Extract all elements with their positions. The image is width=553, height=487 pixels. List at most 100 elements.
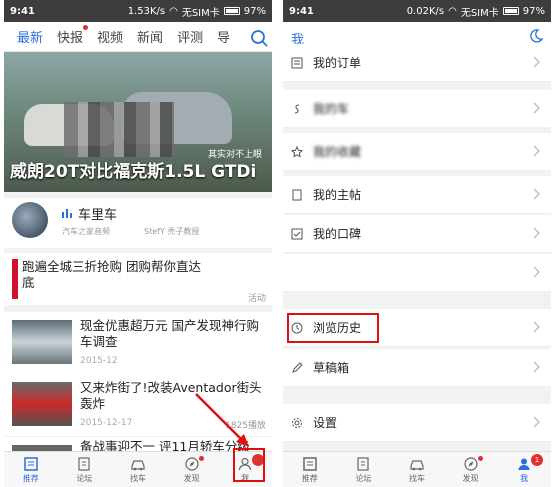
news-date: 2015-12-17 (80, 418, 133, 428)
sim-label: 无SIM卡 (181, 7, 220, 19)
menu-item-posts[interactable]: 我的主帖 (283, 176, 551, 214)
category-tabs: 最新 快报 视频 新闻 评测 导 (4, 22, 272, 52)
screenshot-composite: 9:41 1.53K/s ◠ 无SIM卡 97% 最新 快报 视频 新闻 评测 … (0, 0, 553, 487)
menu-label: 设置 (313, 416, 338, 430)
chevron-right-icon (533, 56, 540, 68)
chevron-right-icon (533, 188, 540, 200)
nav-label: 论坛 (355, 473, 372, 483)
notification-dot (199, 456, 205, 461)
gear-icon (292, 417, 302, 428)
menu-item-blurred[interactable]: 我的车 (283, 90, 551, 128)
chevron-right-icon (533, 145, 540, 157)
nav-label: 推荐 (301, 473, 318, 483)
home-screen: 9:41 1.53K/s ◠ 无SIM卡 97% 最新 快报 视频 新闻 评测 … (4, 0, 272, 487)
nav-label: 论坛 (76, 473, 93, 483)
nav-me[interactable]: 我 1 (497, 452, 551, 487)
audio-author: StefY 秃子教授 (144, 227, 200, 236)
search-icon[interactable] (250, 29, 268, 47)
user-icon (518, 458, 530, 470)
menu-item-empty[interactable] (283, 254, 551, 292)
wifi-icon: ◠ (169, 5, 178, 17)
tab-video[interactable]: 视频 (90, 27, 130, 46)
order-icon (291, 57, 303, 68)
menu-item-drafts[interactable]: 草稿箱 (283, 349, 551, 387)
thumbnail (12, 259, 18, 299)
audio-bars-icon (62, 209, 72, 218)
notification-badge: 1 (530, 454, 543, 466)
forum-icon (357, 456, 369, 471)
battery-level: 97% (522, 5, 545, 17)
news-title: 现金优惠超万元 国产发现神行购车调查 (80, 318, 259, 349)
tab-guide[interactable]: 导 (210, 27, 237, 46)
status-time: 9:41 (289, 5, 314, 17)
car-icon (131, 459, 145, 470)
status-time: 9:41 (10, 5, 35, 17)
menu-item-orders[interactable]: 我的订单 (283, 44, 551, 82)
nav-discover[interactable]: 发现 (444, 452, 498, 487)
news-date: 2015-12 (80, 356, 118, 366)
sim-label: 无SIM卡 (460, 7, 499, 19)
highlight-box (287, 313, 379, 343)
nav-label: 推荐 (22, 473, 39, 483)
bottom-nav: 推荐 论坛 找车 发现 我 1 (283, 451, 551, 487)
list-item[interactable]: 跑遍全城三折抢购 团购帮你直达底 活动 (4, 253, 272, 305)
menu-item-blurred[interactable]: 我的收藏 (283, 133, 551, 171)
chevron-right-icon (533, 321, 540, 333)
nav-discover[interactable]: 发现 (165, 452, 219, 487)
chevron-right-icon (533, 416, 540, 428)
car-icon (410, 459, 424, 470)
arrow-annotation-icon (195, 393, 249, 447)
nav-recommend[interactable]: 推荐 (283, 452, 337, 487)
wifi-icon: ◠ (448, 5, 457, 17)
nav-label: 发现 (462, 473, 479, 483)
nav-forum[interactable]: 论坛 (58, 452, 112, 487)
avatar (12, 202, 48, 238)
news-title: 跑遍全城三折抢购 团购帮你直达底 (22, 259, 201, 290)
menu-label: 我的收藏 (313, 145, 362, 159)
hero-banner[interactable]: 其实对不上眼 威朗20T对比福克斯1.5L GTDi (4, 52, 272, 192)
night-mode-icon[interactable] (529, 29, 543, 43)
hero-title: 威朗20T对比福克斯1.5L GTDi (10, 162, 257, 182)
tab-flash-label: 快报 (57, 31, 84, 46)
highlight-box (233, 448, 265, 482)
tab-flash[interactable]: 快报 (50, 25, 90, 46)
nav-label: 发现 (183, 473, 200, 483)
menu-label: 我的主帖 (313, 188, 362, 202)
audio-title: 车里车 (78, 208, 118, 223)
mosaic-overlay (64, 102, 174, 157)
notification-dot (478, 456, 484, 461)
menu-label: 我的口碑 (313, 227, 362, 241)
nav-find-car[interactable]: 找车 (111, 452, 165, 487)
news-tag: 活动 (247, 294, 266, 304)
net-speed: 0.02K/s (406, 5, 445, 17)
forum-icon (78, 456, 90, 471)
home-icon (303, 456, 317, 471)
nav-recommend[interactable]: 推荐 (4, 452, 58, 487)
bottom-nav: 推荐 论坛 找车 发现 我 (4, 451, 272, 487)
nav-label: 找车 (408, 473, 425, 483)
menu-label: 我的车 (313, 102, 350, 116)
menu-item-reviews[interactable]: 我的口碑 (283, 215, 551, 253)
tab-latest[interactable]: 最新 (10, 27, 50, 46)
notification-dot (83, 25, 89, 30)
chevron-right-icon (533, 266, 540, 278)
menu-item-settings[interactable]: 设置 (283, 404, 551, 442)
chevron-right-icon (533, 227, 540, 239)
status-bar: 9:41 1.53K/s ◠ 无SIM卡 97% (4, 0, 272, 22)
compass-icon (463, 456, 478, 471)
nav-forum[interactable]: 论坛 (337, 452, 391, 487)
status-bar: 9:41 0.02K/s ◠ 无SIM卡 97% (283, 0, 551, 22)
nav-find-car[interactable]: 找车 (390, 452, 444, 487)
tab-review[interactable]: 评测 (170, 27, 210, 46)
document-icon (292, 189, 302, 200)
compass-icon (184, 456, 199, 471)
check-icon (291, 228, 303, 239)
menu-label: 我的订单 (313, 56, 362, 70)
menu-label: 草稿箱 (313, 361, 350, 375)
battery-icon (502, 7, 519, 15)
audio-card[interactable]: 车里车 汽车之家音频 StefY 秃子教授 (4, 198, 272, 248)
tab-news[interactable]: 新闻 (130, 27, 170, 46)
profile-screen: 9:41 0.02K/s ◠ 无SIM卡 97% 我 我的订单 我的车 我的收藏… (283, 0, 551, 487)
list-item[interactable]: 现金优惠超万元 国产发现神行购车调查 2015-12 (4, 312, 272, 374)
chevron-right-icon (533, 361, 540, 373)
